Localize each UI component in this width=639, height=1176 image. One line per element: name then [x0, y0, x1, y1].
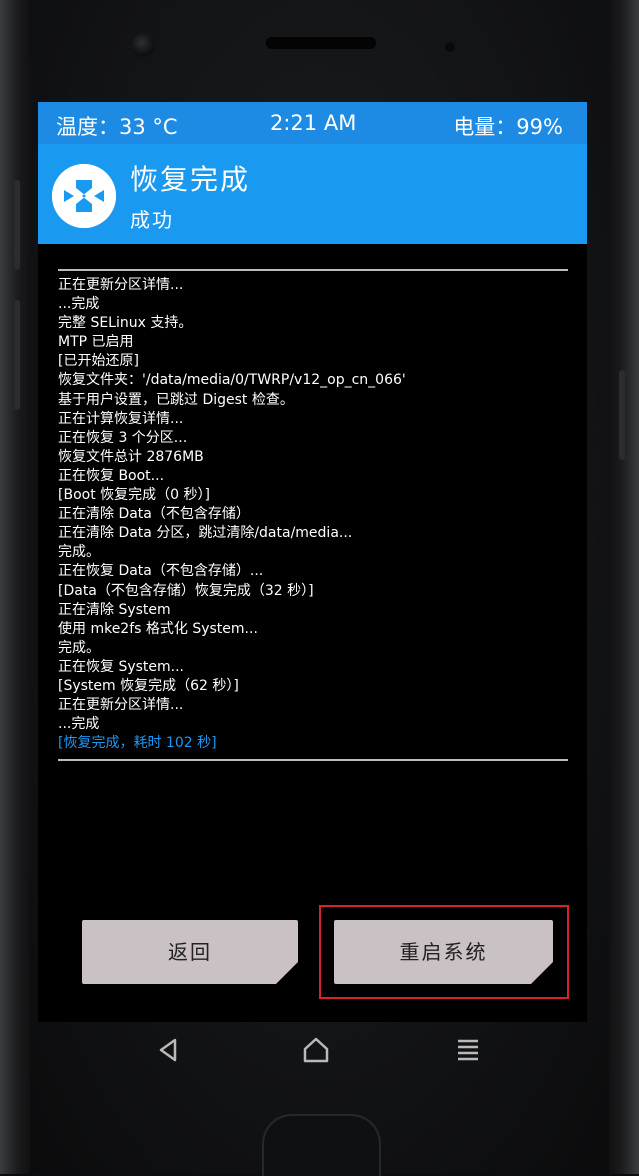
log-line: [已开始还原]: [58, 353, 139, 370]
triangle-back-icon[interactable]: [151, 1032, 187, 1068]
battery-text: 电量：99%: [453, 115, 563, 139]
log-line: 恢复文件夹：'/data/media/0/TWRP/v12_op_cn_066': [58, 372, 406, 389]
log-line: 完成。: [58, 544, 100, 561]
proximity-sensor: [445, 42, 455, 52]
temperature-text: 温度：33 °C: [56, 115, 178, 139]
log-divider-bottom: [58, 759, 568, 761]
log-line: ...完成: [58, 296, 100, 313]
log-line-complete: [恢复完成，耗时 102 秒]: [58, 735, 217, 752]
log-line: 正在清除 Data（不包含存储）: [58, 506, 250, 523]
page-title: 恢复完成: [130, 163, 251, 196]
log-line: [Boot 恢复完成（0 秒）]: [58, 487, 210, 504]
log-line: 正在计算恢复详情...: [58, 410, 184, 427]
log-line: 正在清除 Data 分区，跳过清除/data/media...: [58, 525, 353, 542]
log-line: 正在恢复 System...: [58, 658, 185, 675]
twrp-logo-icon: [52, 164, 116, 228]
back-button[interactable]: 返回: [82, 920, 298, 984]
status-bar: 温度：33 °C 2:21 AM 电量：99%: [38, 102, 587, 144]
log-line: 正在恢复 Data（不包含存储）...: [58, 563, 264, 580]
console-log: 正在更新分区详情... ...完成 完整 SELinux 支持。 MTP 已启用…: [58, 276, 573, 753]
log-line: 正在恢复 3 个分区...: [58, 429, 188, 446]
log-line: 正在更新分区详情...: [58, 697, 184, 714]
volume-button: [14, 300, 20, 410]
page-subtitle: 成功: [130, 208, 174, 232]
log-line: ...完成: [58, 716, 100, 733]
earpiece-speaker: [266, 37, 376, 49]
phone-right-edge: [609, 0, 639, 1174]
volume-button: [14, 180, 20, 270]
phone-frame: 温度：33 °C 2:21 AM 电量：99% 恢复完成 成功 正在更新分区详情…: [0, 0, 639, 1176]
log-line: 恢复文件总计 2876MB: [58, 448, 204, 465]
log-line: 正在更新分区详情...: [58, 277, 184, 293]
log-line: [Data（不包含存储）恢复完成（32 秒）]: [58, 582, 314, 599]
power-button: [619, 370, 625, 460]
nav-bar: [38, 1022, 587, 1078]
clock-text: 2:21 AM: [270, 111, 357, 135]
twrp-screen: 温度：33 °C 2:21 AM 电量：99% 恢复完成 成功 正在更新分区详情…: [38, 102, 587, 1022]
physical-home-key[interactable]: [262, 1114, 381, 1176]
log-line: 完整 SELinux 支持。: [58, 315, 193, 332]
phone-left-edge: [0, 0, 30, 1174]
page-header: 恢复完成 成功: [38, 144, 587, 244]
log-divider-top: [58, 269, 568, 271]
menu-icon[interactable]: [450, 1032, 486, 1068]
highlight-annotation-box: [319, 905, 569, 999]
log-line: [System 恢复完成（62 秒）]: [58, 677, 239, 694]
front-camera: [131, 33, 155, 57]
log-line: 使用 mke2fs 格式化 System...: [58, 620, 258, 637]
home-icon[interactable]: [298, 1032, 334, 1068]
log-line: MTP 已启用: [58, 334, 134, 351]
log-line: 正在清除 System: [58, 601, 171, 618]
log-line: 完成。: [58, 639, 100, 656]
log-line: 基于用户设置，已跳过 Digest 检查。: [58, 391, 294, 408]
log-line: 正在恢复 Boot...: [58, 467, 165, 484]
